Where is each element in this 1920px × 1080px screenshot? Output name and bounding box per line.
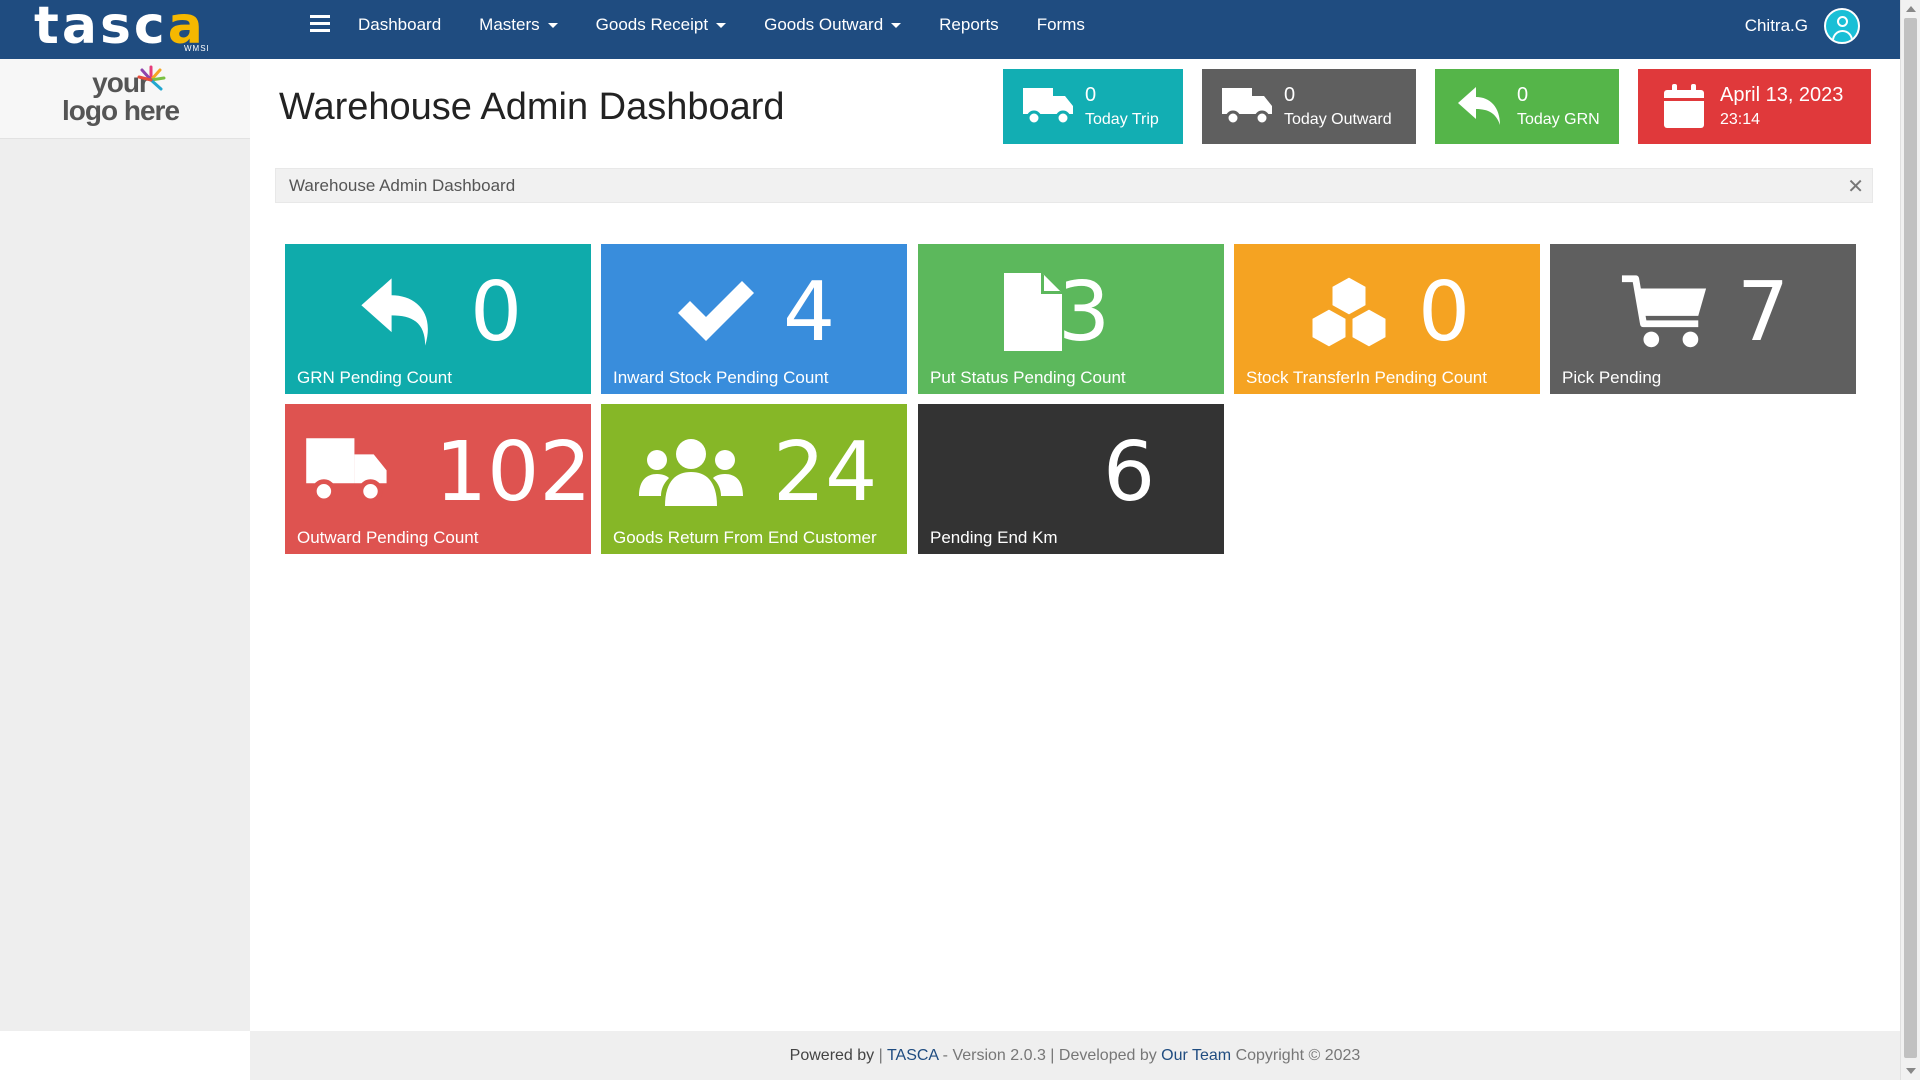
cart-icon: [1620, 272, 1710, 352]
tile-goods-return[interactable]: 24 Goods Return From End Customer: [601, 404, 907, 554]
nav-forms[interactable]: Forms: [1037, 15, 1085, 35]
tile-value: 6: [1103, 425, 1156, 520]
users-icon: [639, 432, 743, 512]
tile-value: 24: [773, 425, 878, 520]
reply-icon: [355, 272, 445, 352]
footer: Powered by | TASCA - Version 2.0.3 | Dev…: [250, 1031, 1900, 1080]
tile-outward-pending[interactable]: 102 Outward Pending Count: [285, 404, 591, 554]
top-navbar: tasca WMSI Dashboard Masters Goods Recei…: [0, 0, 1900, 59]
menu-toggle-icon[interactable]: [310, 15, 330, 35]
tile-label: Goods Return From End Customer: [613, 528, 877, 547]
tile-inward-stock-pending[interactable]: 4 Inward Stock Pending Count: [601, 244, 907, 394]
date-time-stat: April 13, 2023 23:14: [1638, 69, 1871, 144]
truck-icon: [1218, 77, 1278, 137]
check-icon: [671, 272, 761, 352]
vertical-scrollbar[interactable]: [1900, 0, 1920, 1080]
logo-burst-icon: [137, 65, 166, 91]
footer-version: - Version 2.0.3 | Developed by: [938, 1047, 1162, 1064]
today-trip-stat[interactable]: 0 Today Trip: [1003, 69, 1183, 144]
scroll-thumb[interactable]: [1904, 18, 1917, 1058]
tile-label: GRN Pending Count: [297, 368, 452, 387]
today-outward-stat[interactable]: 0 Today Outward: [1202, 69, 1416, 144]
tile-value: 0: [470, 265, 523, 360]
tile-value: 3: [1058, 265, 1111, 360]
tile-label: Pick Pending: [1562, 368, 1662, 387]
caret-down-icon: [891, 22, 902, 28]
tile-value: 102: [435, 425, 591, 520]
tile-value: 0: [1418, 265, 1471, 360]
tile-label: Pending End Km: [930, 528, 1058, 547]
today-grn-stat[interactable]: 0 Today GRN: [1435, 69, 1619, 144]
today-trip-value: 0: [1085, 83, 1097, 106]
today-outward-value: 0: [1284, 83, 1296, 106]
user-menu[interactable]: Chitra.G: [1745, 8, 1860, 44]
tile-pick-pending[interactable]: 7 Pick Pending: [1550, 244, 1856, 394]
tile-put-status-pending[interactable]: 3 Put Status Pending Count: [918, 244, 1224, 394]
tile-label: Stock TransferIn Pending Count: [1246, 368, 1487, 387]
tile-grn-pending[interactable]: 0 GRN Pending Count: [285, 244, 591, 394]
tile-label: Outward Pending Count: [297, 528, 479, 547]
nav-goods-outward[interactable]: Goods Outward: [764, 15, 902, 35]
tile-pending-end-km[interactable]: 6 Pending End Km: [918, 404, 1224, 554]
footer-team-link[interactable]: Our Team: [1161, 1047, 1231, 1064]
tile-label: Put Status Pending Count: [930, 368, 1126, 387]
current-time: 23:14: [1720, 110, 1761, 128]
scroll-down-icon[interactable]: [1906, 1068, 1916, 1074]
nav-reports[interactable]: Reports: [939, 15, 999, 35]
company-logo: your logo here: [0, 59, 250, 139]
tile-label: Inward Stock Pending Count: [613, 368, 829, 387]
brand-logo[interactable]: tasca WMSI: [34, 0, 224, 59]
cubes-icon: [1304, 272, 1394, 352]
nav-goods-receipt[interactable]: Goods Receipt: [596, 15, 727, 35]
tile-stock-transferin-pending[interactable]: 0 Stock TransferIn Pending Count: [1234, 244, 1540, 394]
user-name[interactable]: Chitra.G: [1745, 16, 1808, 36]
current-date: April 13, 2023: [1720, 83, 1844, 106]
close-icon[interactable]: ✕: [1847, 174, 1864, 199]
breadcrumb-text: Warehouse Admin Dashboard: [289, 176, 516, 195]
breadcrumb: Warehouse Admin Dashboard ✕: [275, 168, 1873, 203]
today-grn-label: Today GRN: [1517, 110, 1600, 128]
footer-powered: Powered by: [789, 1047, 875, 1064]
nav-dashboard[interactable]: Dashboard: [358, 15, 441, 35]
footer-separator: |: [874, 1047, 887, 1064]
calendar-icon: [1654, 77, 1714, 137]
page-title: Warehouse Admin Dashboard: [279, 86, 785, 128]
sidebar: your logo here: [0, 59, 250, 1031]
today-outward-label: Today Outward: [1284, 110, 1392, 128]
scroll-up-icon[interactable]: [1906, 6, 1916, 12]
brand-subtitle: WMSI: [184, 44, 210, 53]
tile-value: 4: [783, 265, 836, 360]
footer-copyright: Copyright © 2023: [1231, 1047, 1361, 1064]
caret-down-icon: [716, 22, 727, 28]
today-trip-label: Today Trip: [1085, 110, 1159, 128]
brand-name: tasca: [34, 0, 206, 56]
nav-masters[interactable]: Masters: [479, 15, 558, 35]
avatar[interactable]: [1824, 8, 1860, 44]
reply-icon: [1451, 77, 1511, 137]
truck-icon: [1019, 77, 1079, 137]
tile-value: 7: [1737, 265, 1790, 360]
main-nav: Dashboard Masters Goods Receipt Goods Ou…: [358, 0, 1123, 50]
today-grn-value: 0: [1517, 83, 1529, 106]
footer-brand-link[interactable]: TASCA: [887, 1047, 938, 1064]
truck-icon: [303, 432, 393, 512]
caret-down-icon: [547, 22, 558, 28]
